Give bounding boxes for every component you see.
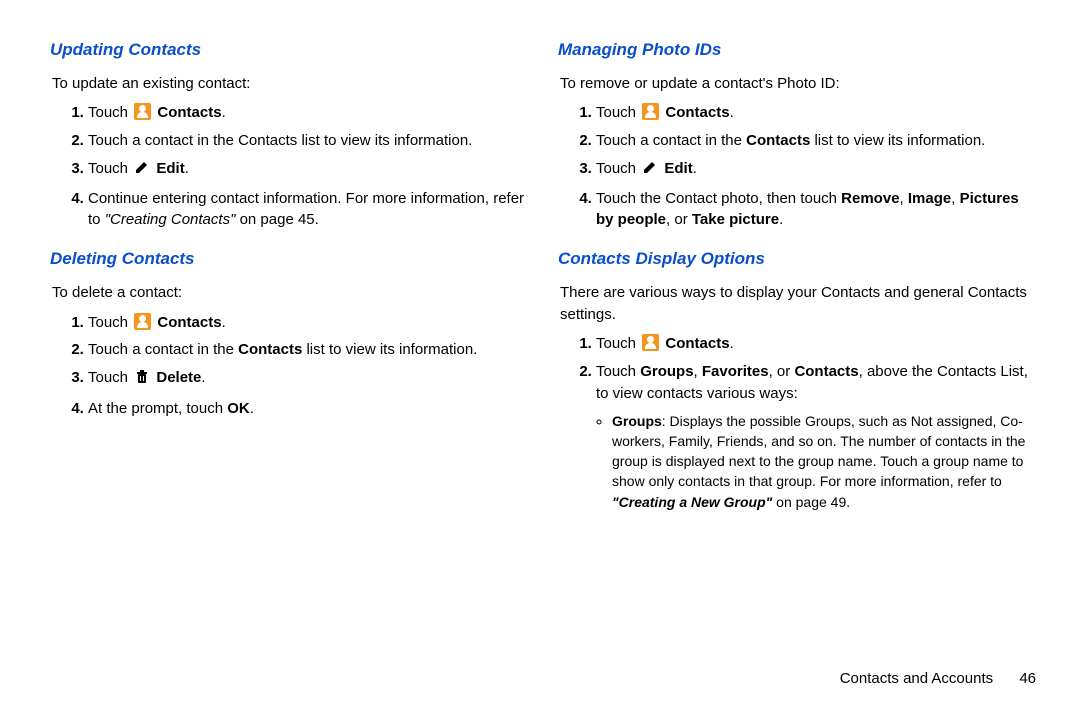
list-item: Touch Contacts.	[88, 102, 528, 124]
bold-text: Edit	[156, 160, 184, 177]
step-text: ,	[951, 190, 959, 207]
sub-bullets: Groups: Displays the possible Groups, su…	[596, 411, 1036, 512]
step-text: Touch	[88, 160, 132, 177]
step-text: Touch	[596, 104, 640, 121]
step-text: Touch	[88, 314, 132, 331]
bold-text: Edit	[664, 160, 692, 177]
step-text: ,	[694, 363, 702, 380]
lead-text: There are various ways to display your C…	[560, 282, 1036, 326]
lead-text: To update an existing contact:	[52, 73, 528, 95]
step-text: .	[250, 400, 254, 417]
left-column: Updating Contacts To update an existing …	[50, 38, 528, 528]
step-text: Touch	[596, 160, 640, 177]
lead-text: To remove or update a contact's Photo ID…	[560, 73, 1036, 95]
right-column: Managing Photo IDs To remove or update a…	[558, 38, 1036, 528]
contacts-icon	[134, 313, 151, 330]
list-item: Touch Contacts.	[596, 333, 1036, 355]
step-text: list to view its information.	[302, 341, 477, 358]
list-item: Continue entering contact information. F…	[88, 188, 528, 232]
page-footer: Contacts and Accounts 46	[840, 668, 1036, 690]
list-item: Touch Contacts.	[596, 102, 1036, 124]
edit-icon	[134, 159, 150, 182]
list-item: At the prompt, touch OK.	[88, 398, 528, 420]
bold-text: Contacts	[665, 335, 729, 352]
steps-list-photo-ids: Touch Contacts. Touch a contact in the C…	[558, 102, 1036, 231]
delete-icon	[134, 369, 150, 392]
bold-text: Contacts	[746, 132, 810, 149]
step-text: .	[779, 211, 783, 228]
bold-text: Remove	[841, 190, 899, 207]
heading-updating-contacts: Updating Contacts	[50, 38, 528, 63]
heading-deleting-contacts: Deleting Contacts	[50, 247, 528, 272]
step-text: on page 45.	[235, 211, 318, 228]
edit-icon	[642, 159, 658, 182]
list-item: Touch the Contact photo, then touch Remo…	[596, 188, 1036, 232]
bold-text: Groups	[612, 413, 662, 429]
step-text: .	[201, 369, 205, 386]
reference-text: "Creating Contacts"	[105, 211, 236, 228]
bold-text: OK	[227, 400, 250, 417]
list-item: Touch Edit.	[596, 158, 1036, 182]
step-text: .	[222, 314, 226, 331]
step-text: Touch	[596, 363, 640, 380]
step-text: Touch	[596, 335, 640, 352]
page-number: 46	[1019, 670, 1036, 687]
bold-text: Delete	[156, 369, 201, 386]
chapter-title: Contacts and Accounts	[840, 670, 993, 687]
bullet-item: Groups: Displays the possible Groups, su…	[612, 411, 1036, 512]
step-text: .	[730, 104, 734, 121]
lead-text: To delete a contact:	[52, 282, 528, 304]
bullet-text: : Displays the possible Groups, such as …	[612, 413, 1025, 490]
heading-managing-photo-ids: Managing Photo IDs	[558, 38, 1036, 63]
page-columns: Updating Contacts To update an existing …	[50, 38, 1036, 528]
step-text: , or	[769, 363, 795, 380]
steps-list-deleting: Touch Contacts. Touch a contact in the C…	[50, 312, 528, 420]
list-item: Touch a contact in the Contacts list to …	[88, 339, 528, 361]
step-text: Touch	[88, 369, 132, 386]
bold-text: Favorites	[702, 363, 769, 380]
step-text: .	[222, 104, 226, 121]
step-text: Touch a contact in the	[88, 341, 238, 358]
step-text: At the prompt, touch	[88, 400, 227, 417]
list-item: Touch Edit.	[88, 158, 528, 182]
contacts-icon	[134, 103, 151, 120]
list-item: Touch Delete.	[88, 367, 528, 392]
step-text: .	[185, 160, 189, 177]
heading-contacts-display-options: Contacts Display Options	[558, 247, 1036, 272]
bold-text: Contacts	[157, 314, 221, 331]
step-text: .	[730, 335, 734, 352]
steps-list-updating: Touch Contacts. Touch a contact in the C…	[50, 102, 528, 231]
step-text: Touch the Contact photo, then touch	[596, 190, 841, 207]
bold-text: Contacts	[794, 363, 858, 380]
bullet-text: on page 49.	[772, 494, 850, 510]
reference-text: "Creating a New Group"	[612, 494, 772, 510]
list-item: Touch Groups, Favorites, or Contacts, ab…	[596, 361, 1036, 512]
step-text: Touch a contact in the	[596, 132, 746, 149]
list-item: Touch a contact in the Contacts list to …	[88, 130, 528, 152]
bold-text: Contacts	[665, 104, 729, 121]
step-text: Touch	[88, 104, 132, 121]
step-text: .	[693, 160, 697, 177]
bold-text: Image	[908, 190, 951, 207]
step-text: ,	[900, 190, 908, 207]
contacts-icon	[642, 334, 659, 351]
list-item: Touch Contacts.	[88, 312, 528, 334]
contacts-icon	[642, 103, 659, 120]
bold-text: Contacts	[157, 104, 221, 121]
step-text: list to view its information.	[810, 132, 985, 149]
list-item: Touch a contact in the Contacts list to …	[596, 130, 1036, 152]
bold-text: Contacts	[238, 341, 302, 358]
step-text: , or	[666, 211, 692, 228]
bold-text: Take picture	[692, 211, 779, 228]
steps-list-display-options: Touch Contacts. Touch Groups, Favorites,…	[558, 333, 1036, 512]
bold-text: Groups	[640, 363, 693, 380]
